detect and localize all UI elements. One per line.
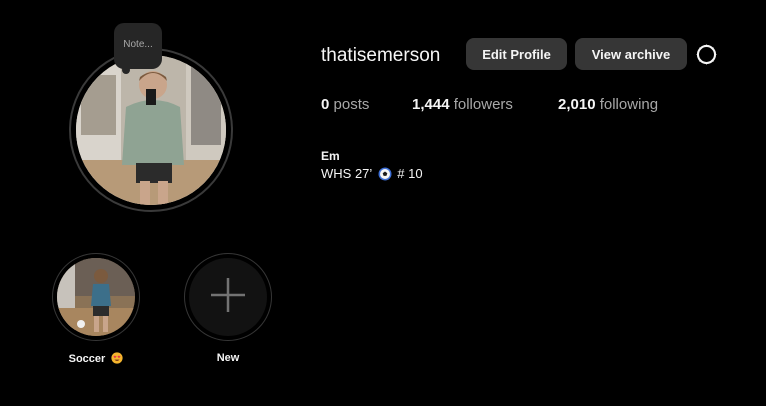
soccer-ball-icon (378, 167, 392, 181)
bio: WHS 27’ # 10 (321, 166, 423, 181)
highlight-soccer[interactable] (52, 253, 140, 341)
note-text: Note... (123, 39, 153, 50)
highlight-soccer-cover (57, 258, 135, 336)
view-archive-button[interactable]: View archive (575, 38, 687, 70)
followers-stat[interactable]: 1,444 followers (412, 96, 513, 113)
posts-label: posts (333, 96, 370, 113)
bio-prefix: WHS 27’ (321, 166, 373, 181)
highlight-new-cover (189, 258, 267, 336)
gear-icon[interactable] (694, 42, 719, 67)
profile-page: Note... thatisemerson Edit Profile View … (0, 0, 766, 406)
posts-stat: 0 posts (321, 96, 369, 113)
following-label: following (599, 96, 659, 113)
username: thatisemerson (321, 45, 441, 66)
plus-icon (208, 275, 248, 320)
edit-profile-button[interactable]: Edit Profile (466, 38, 567, 70)
followers-count: 1,444 (412, 96, 450, 113)
highlight-new[interactable] (184, 253, 272, 341)
followers-label: followers (453, 96, 513, 113)
highlight-soccer-label: Soccer (46, 352, 146, 365)
note-bubble[interactable]: Note... (114, 23, 162, 74)
heart-eyes-emoji-icon (111, 352, 123, 364)
profile-avatar[interactable] (69, 48, 233, 212)
highlight-soccer-text: Soccer (68, 353, 106, 365)
highlight-new-label: New (216, 352, 240, 364)
avatar-photo (76, 55, 226, 205)
posts-count: 0 (321, 96, 330, 113)
display-name: Em (321, 149, 340, 163)
bio-suffix: # 10 (397, 166, 423, 181)
following-stat[interactable]: 2,010 following (558, 96, 658, 113)
following-count: 2,010 (558, 96, 596, 113)
